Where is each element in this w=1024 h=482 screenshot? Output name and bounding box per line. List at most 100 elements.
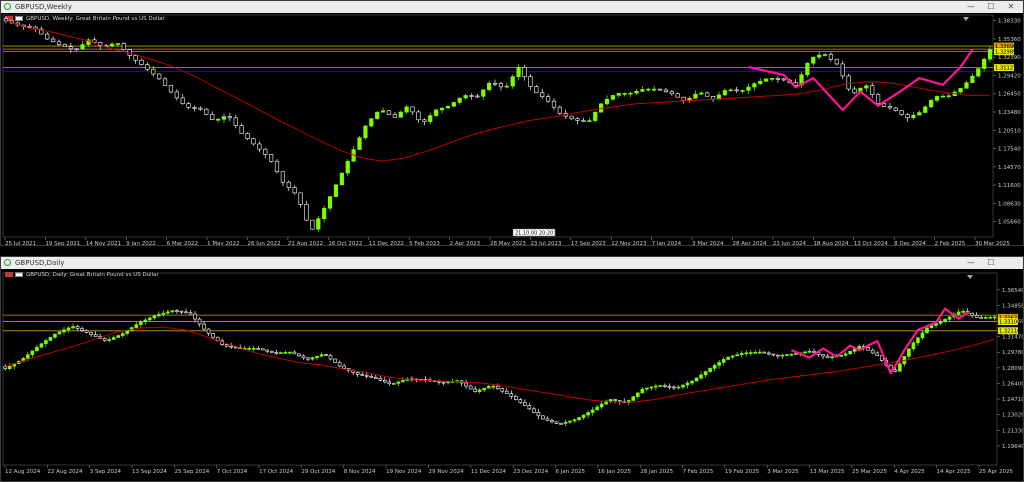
x-tick-label: 14 Nov 2021 [86, 241, 121, 245]
candle-body [404, 106, 409, 113]
candle-body [617, 400, 622, 402]
y-tick-label: 1.14570 [998, 165, 1021, 171]
weekly-chart-plot[interactable]: 1.38330 1.35360 1.32390 1.29420 1.26450 1.234… [1, 13, 1023, 245]
candle-body [251, 138, 256, 145]
candle-body [911, 114, 916, 119]
minimize-button[interactable]: — [961, 1, 981, 13]
candle-body [133, 55, 138, 61]
candle-body [387, 381, 392, 385]
candle-body [587, 120, 592, 122]
candle-body [180, 97, 185, 104]
candle-body [292, 351, 297, 355]
candle-body [297, 353, 301, 357]
candle-body [50, 38, 56, 43]
candle-body [45, 33, 50, 40]
candle-body [681, 96, 686, 101]
y-tick-label: 1.23480 [998, 110, 1021, 116]
x-tick-label: 28 May 2023 [490, 241, 526, 245]
candle-body [640, 388, 645, 394]
candle-body [504, 85, 509, 88]
weekly-chart-window[interactable]: GBPUSD,Weekly — ☐ ✕ GBPUSD, Weekly: Grea… [0, 0, 1024, 246]
candle-body [328, 355, 333, 360]
candle-body [929, 100, 934, 108]
candle-body [781, 78, 786, 81]
y-tick-label: 1.24710 [1002, 397, 1023, 403]
candle-body [441, 381, 446, 384]
candle-body [161, 312, 166, 315]
candle-body [333, 184, 339, 197]
candle-body [721, 359, 726, 363]
y-tick-label: 1.38330 [998, 19, 1021, 25]
candle-body [143, 319, 148, 323]
candle-body [899, 110, 904, 115]
daily-title-bar[interactable]: GBPUSD,Daily — ☐ [1, 257, 1023, 269]
candle-body [369, 375, 374, 378]
candle-body [550, 420, 554, 423]
maximize-button[interactable]: ☐ [981, 1, 1001, 13]
candle-body [974, 315, 979, 318]
candle-body [988, 316, 993, 319]
y-tick-label: 1.36540 [1002, 288, 1023, 294]
candle-body [964, 82, 969, 89]
minimize-button[interactable]: — [961, 257, 981, 269]
candle-body [184, 311, 188, 314]
candle-body [739, 353, 744, 355]
candle-body [645, 387, 649, 390]
candle-body [373, 376, 378, 379]
candle-body [559, 423, 563, 425]
candle-body [581, 120, 586, 122]
candle-body [198, 107, 203, 110]
candle-body [834, 58, 839, 65]
candle-body [473, 388, 477, 392]
x-tick-label: 4 Apr 2025 [894, 469, 925, 475]
candle-body [451, 102, 456, 107]
candle-body [204, 108, 209, 115]
candle-body [690, 380, 694, 384]
candle-body [315, 355, 319, 358]
candle-body [145, 64, 150, 70]
candle-body [66, 327, 71, 331]
candle-body [676, 386, 681, 389]
candle-body [920, 332, 925, 339]
candle-body [940, 95, 946, 98]
candle-body [947, 316, 952, 320]
y-tick-label: 1.19640 [1002, 444, 1023, 450]
x-tick-label: 23 Jun 2024 [773, 241, 807, 245]
candle-body [557, 106, 562, 114]
candle-body [492, 82, 498, 85]
candle-body [628, 92, 633, 95]
candle-body [925, 327, 929, 334]
candle-body [846, 75, 851, 90]
candle-body [274, 160, 280, 173]
x-tick-label: 19 Feb 2025 [725, 469, 760, 475]
candle-body [482, 387, 486, 391]
candle-body [522, 66, 527, 77]
candle-body [887, 106, 892, 109]
x-tick-label: 13 Sep 2024 [132, 469, 167, 475]
candle-body [363, 125, 368, 139]
candle-body [514, 396, 518, 400]
candle-body [775, 78, 781, 80]
candle-body [56, 41, 62, 45]
weekly-title-bar[interactable]: GBPUSD,Weekly — ☐ ✕ [1, 1, 1023, 13]
x-tick-label: 25 Sep 2024 [174, 469, 209, 475]
daily-chart-plot[interactable]: 1.365401.348501.331601.314701.297801.280… [1, 269, 1023, 481]
candle-body [360, 373, 364, 376]
candle-body [752, 83, 757, 88]
y-tick-label: 1.17540 [998, 147, 1021, 153]
candle-body [111, 337, 116, 340]
candle-body [982, 58, 987, 69]
candle-body [970, 75, 975, 83]
candle-body [286, 181, 291, 188]
y-tick-label: 1.26400 [1002, 381, 1023, 387]
daily-chart-window[interactable]: GBPUSD,Daily — ☐ GBPUSD, Daily: Great Br… [0, 256, 1024, 482]
y-tick-label: 1.05660 [998, 220, 1021, 226]
maximize-button[interactable]: ☐ [981, 257, 1001, 269]
candle-body [481, 89, 486, 97]
close-button[interactable]: ✕ [1001, 1, 1021, 13]
candle-body [487, 82, 492, 91]
candle-body [202, 323, 206, 330]
candle-body [916, 337, 920, 344]
y-tick-label: 1.31470 [1002, 335, 1023, 341]
x-tick-label: 13 Oct 2024 [854, 241, 889, 245]
